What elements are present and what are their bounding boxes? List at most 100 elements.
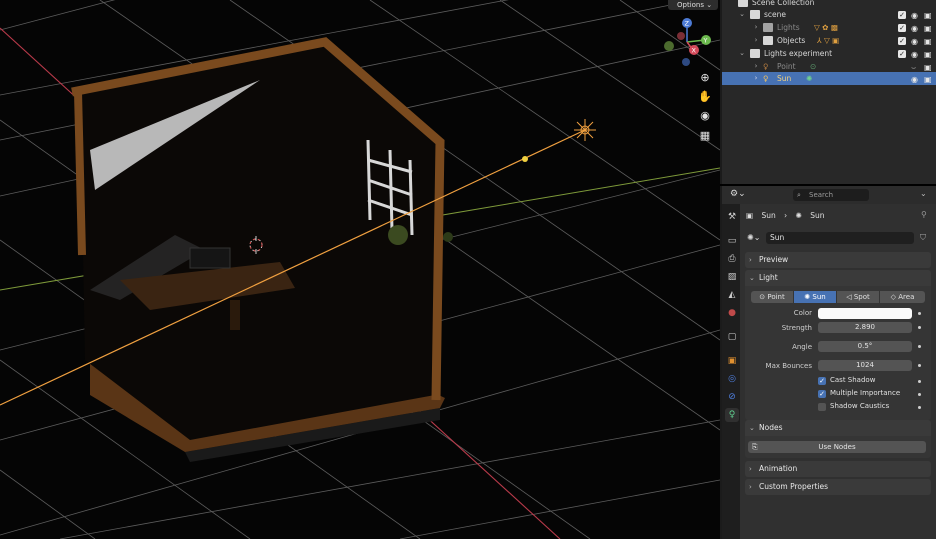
outliner[interactable]: Scene Collection ⌄ scene ✓ ◉ ▣ › Lights … — [720, 0, 936, 184]
multiple-importance-checkbox[interactable]: ✓ — [818, 390, 826, 398]
tab-view-layer[interactable]: ▨ — [725, 270, 739, 284]
tab-output[interactable]: ⎙ — [725, 252, 739, 266]
use-nodes-button[interactable]: ⎘ Use Nodes — [748, 441, 926, 453]
collapse-chevron-icon: › — [749, 483, 752, 491]
collection-icon — [750, 49, 760, 58]
svg-text:Y: Y — [703, 37, 708, 45]
row-label: scene — [764, 10, 787, 19]
expand-icon[interactable]: › — [752, 72, 760, 85]
collection-icon — [738, 0, 748, 7]
exclude-checkbox[interactable]: ✓ — [898, 24, 906, 32]
outliner-row-lights[interactable]: › Lights ▽ ✿ ▩ ✓ ◉ ▣ — [722, 21, 936, 34]
max-bounces-label: Max Bounces — [765, 362, 812, 370]
render-camera-icon[interactable]: ▣ — [924, 73, 932, 86]
collapse-chevron-icon: › — [749, 465, 752, 473]
keyframe-dot[interactable] — [918, 380, 921, 383]
keyframe-dot[interactable] — [918, 312, 921, 315]
angle-field[interactable]: 0.5° — [818, 341, 912, 352]
outliner-row-sun[interactable]: › ♀ Sun ✺ ◉ ▣ — [722, 72, 936, 85]
svg-text:Z: Z — [685, 20, 690, 28]
options-dropdown[interactable]: Options ⌄ — [668, 0, 718, 10]
camera-icon[interactable]: ◉ — [697, 108, 713, 124]
light-object-icon: ♀ — [763, 74, 769, 83]
sun-datablock-icon[interactable]: ✺⌄ — [747, 233, 760, 242]
room-interior — [80, 45, 440, 440]
search-placeholder: Search — [809, 191, 834, 199]
light-data-name-field[interactable]: Sun — [766, 232, 914, 244]
keyframe-dot[interactable] — [918, 406, 921, 409]
outliner-row-scene[interactable]: ⌄ scene ✓ ◉ ▣ — [722, 8, 936, 21]
fake-user-shield-icon[interactable]: ⛉ — [920, 233, 926, 243]
shadow-caustics-checkbox[interactable] — [818, 403, 826, 411]
tab-world[interactable]: ● — [725, 306, 739, 320]
tab-object[interactable]: ▣ — [725, 354, 739, 368]
properties-search-input[interactable]: ⌕ Search — [793, 189, 869, 201]
breadcrumb-object: Sun — [761, 211, 776, 220]
seg-label: Sun — [812, 293, 826, 301]
panel-custom-properties-header[interactable]: › Custom Properties — [745, 479, 931, 495]
zoom-icon[interactable]: ⊕ — [697, 70, 713, 86]
seg-label: Spot — [853, 293, 870, 301]
panel-title: Nodes — [759, 423, 783, 432]
light-type-area[interactable]: ◇ Area — [880, 291, 925, 303]
3d-viewport[interactable]: Z Y X Options ⌄ ⊕ ✋ ◉ ▦ — [0, 0, 720, 539]
tab-constraints[interactable]: ⊘ — [725, 390, 739, 404]
strength-field[interactable]: 2.890 — [818, 322, 912, 333]
color-label: Color — [793, 309, 812, 317]
breadcrumb-separator-icon: › — [784, 211, 788, 220]
expand-icon[interactable]: ⌄ — [738, 8, 746, 21]
keyframe-dot[interactable] — [918, 326, 921, 329]
cast-shadow-checkbox[interactable]: ✓ — [818, 377, 826, 385]
editor-type-icon[interactable]: ⚙⌄ — [730, 189, 746, 199]
tab-collection[interactable]: ▢ — [725, 330, 739, 344]
row-label: Lights — [777, 23, 800, 32]
sun-lamp-icon — [574, 119, 596, 141]
exclude-checkbox[interactable]: ✓ — [898, 11, 906, 19]
eye-icon[interactable]: ◉ — [911, 73, 918, 86]
properties-header: ⚙⌄ ⌕ Search ⌄ — [720, 186, 936, 204]
exclude-checkbox[interactable]: ✓ — [898, 50, 906, 58]
expand-icon[interactable]: ⌄ — [738, 47, 746, 60]
grid-icon[interactable]: ▦ — [697, 128, 713, 144]
exclude-checkbox[interactable]: ✓ — [898, 37, 906, 45]
panel-title: Preview — [759, 255, 789, 264]
tab-scene[interactable]: ◭ — [725, 288, 739, 302]
collapse-chevron-icon: › — [749, 256, 752, 264]
tab-tool[interactable]: ⚒ — [725, 210, 739, 224]
use-nodes-label: Use Nodes — [818, 443, 856, 451]
keyframe-dot[interactable] — [918, 393, 921, 396]
max-bounces-field[interactable]: 1024 — [818, 360, 912, 371]
hand-icon[interactable]: ✋ — [697, 89, 713, 105]
light-type-spot[interactable]: ◁ Spot — [837, 291, 879, 303]
options-label: Options — [677, 1, 705, 9]
breadcrumb: ▣ Sun › ✺ Sun — [746, 210, 825, 222]
tab-render[interactable]: ▭ — [725, 234, 739, 248]
tab-light-data[interactable]: ♀ — [725, 408, 739, 422]
panel-light-header[interactable]: ⌄ Light — [745, 270, 931, 286]
multiple-importance-label: Multiple Importance — [830, 389, 901, 397]
pin-icon[interactable]: ⚲ — [921, 210, 927, 219]
object-type-icons: ⅄ ▽ ▣ — [817, 36, 840, 45]
tab-physics[interactable]: ◎ — [725, 372, 739, 386]
options-chevron-icon[interactable]: ⌄ — [920, 189, 927, 198]
keyframe-dot[interactable] — [918, 345, 921, 348]
panel-animation-header[interactable]: › Animation — [745, 461, 931, 477]
scene-render: Z Y X — [0, 0, 720, 539]
outliner-row-lights-experiment[interactable]: ⌄ Lights experiment ✓ ◉ ▣ — [722, 47, 936, 60]
expand-icon[interactable]: › — [752, 21, 760, 34]
panel-preview-header[interactable]: › Preview — [745, 252, 931, 268]
breadcrumb-data: Sun — [810, 211, 825, 220]
collection-icon — [763, 23, 773, 32]
strength-label: Strength — [781, 324, 812, 332]
expand-chevron-icon: ⌄ — [749, 424, 755, 432]
row-label: Sun — [777, 74, 792, 83]
keyframe-dot[interactable] — [918, 364, 921, 367]
light-type-sun[interactable]: ✺ Sun — [794, 291, 836, 303]
outliner-row-objects[interactable]: › Objects ⅄ ▽ ▣ ✓ ◉ ▣ — [722, 34, 936, 47]
light-type-point[interactable]: ⊙ Point — [751, 291, 793, 303]
color-swatch[interactable] — [818, 308, 912, 319]
expand-icon[interactable]: › — [752, 34, 760, 47]
panel-nodes-header[interactable]: ⌄ Nodes — [745, 420, 931, 436]
point-light-icon: ⊙ — [759, 293, 766, 301]
seg-label: Area — [898, 293, 915, 301]
